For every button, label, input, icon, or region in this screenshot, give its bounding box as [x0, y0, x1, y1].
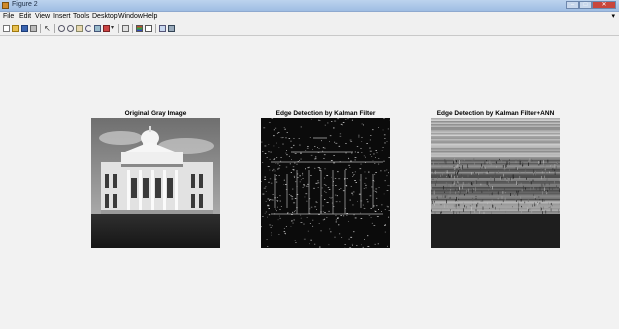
zoom-out-icon[interactable]: [67, 25, 74, 32]
menu-insert[interactable]: Insert: [53, 13, 71, 20]
data-cursor-icon[interactable]: [94, 25, 101, 32]
menu-file[interactable]: File: [3, 13, 14, 20]
open-file-icon[interactable]: [12, 25, 19, 32]
figure-toolbar: ↖ ▾: [0, 22, 619, 36]
close-button[interactable]: ✕: [592, 1, 616, 9]
brush-dropdown-icon[interactable]: ▾: [111, 25, 118, 32]
maximize-icon: □: [583, 2, 588, 8]
figure-canvas: Original Gray Image Edge Detection by Ka…: [0, 36, 619, 329]
brush-icon[interactable]: [103, 25, 110, 32]
link-plot-icon[interactable]: [122, 25, 129, 32]
menu-window[interactable]: Window: [118, 13, 143, 20]
window-title: Figure 2: [12, 1, 38, 8]
menu-overflow-icon[interactable]: ▾: [611, 12, 615, 20]
building-photo-image: [91, 118, 220, 248]
minimize-button[interactable]: –: [566, 1, 579, 9]
edge-map-kalman-image: [261, 118, 390, 248]
menu-bar: File Edit View Insert Tools Desktop Wind…: [0, 12, 619, 22]
window-titlebar: Figure 2 – □ ✕: [0, 0, 619, 12]
menu-edit[interactable]: Edit: [19, 13, 31, 20]
edit-plot-icon[interactable]: ↖: [44, 25, 51, 33]
edge-map-kalman-ann-image: [431, 118, 560, 248]
axes-title-kalman: Edge Detection by Kalman Filter: [275, 110, 376, 117]
axes-title-original: Original Gray Image: [124, 110, 187, 117]
maximize-button[interactable]: □: [579, 1, 592, 9]
save-icon[interactable]: [21, 25, 28, 32]
print-icon[interactable]: [30, 25, 37, 32]
zoom-in-icon[interactable]: [58, 25, 65, 32]
show-plot-tools-icon[interactable]: [168, 25, 175, 32]
menu-help[interactable]: Help: [143, 13, 157, 20]
minimize-icon: –: [570, 2, 575, 8]
menu-desktop[interactable]: Desktop: [92, 13, 118, 20]
menu-tools[interactable]: Tools: [73, 13, 89, 20]
legend-icon[interactable]: [145, 25, 152, 32]
rotate-icon[interactable]: [85, 25, 92, 32]
hide-plot-tools-icon[interactable]: [159, 25, 166, 32]
axes-title-kalman-ann: Edge Detection by Kalman Filter+ANN: [436, 110, 555, 117]
matlab-figure-icon: [2, 2, 9, 9]
new-figure-icon[interactable]: [3, 25, 10, 32]
colorbar-icon[interactable]: [136, 25, 143, 32]
close-icon: ✕: [601, 2, 607, 8]
pan-icon[interactable]: [76, 25, 83, 32]
menu-view[interactable]: View: [35, 13, 50, 20]
